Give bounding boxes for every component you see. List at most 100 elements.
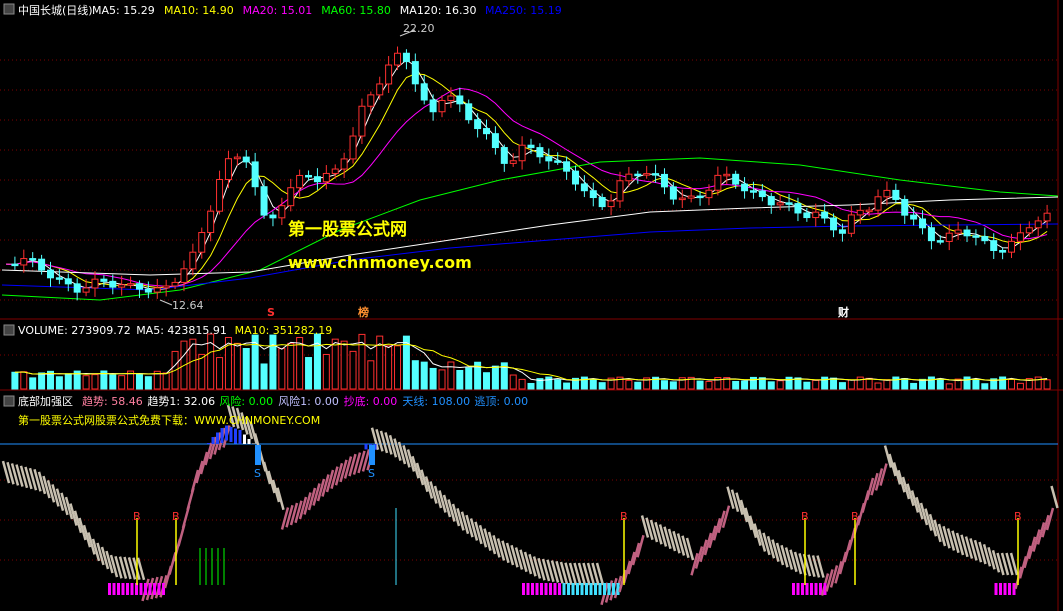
candle-body <box>936 240 944 243</box>
stock-name[interactable]: 中国长城(日线) <box>18 3 93 17</box>
buy-signal-label: B <box>172 510 180 523</box>
legend-item: MA10: 351282.19 <box>235 324 333 337</box>
candle-body <box>732 173 740 185</box>
volume-bar <box>322 353 330 390</box>
candle-body <box>652 173 660 176</box>
volume-bar <box>660 380 668 390</box>
candle-body <box>144 288 152 293</box>
volume-bar <box>509 374 517 390</box>
candle-body <box>687 195 695 199</box>
indicator-name: 底部加强区 <box>18 394 73 408</box>
volume-bar <box>776 380 784 390</box>
candle-body <box>82 287 90 293</box>
candle-body <box>571 170 579 185</box>
volume-bar <box>144 376 152 390</box>
volume-bar <box>340 340 348 390</box>
event-marker[interactable]: 财 <box>837 305 849 319</box>
candle-body <box>429 99 437 113</box>
volume-bar <box>1016 382 1024 390</box>
event-markers: S榜财 <box>267 305 849 319</box>
candle-body <box>358 105 366 137</box>
volume-bar <box>705 380 713 390</box>
volume-bar <box>260 363 268 390</box>
volume-bar <box>927 376 935 390</box>
volume-bar <box>313 333 321 390</box>
candle-body <box>669 186 677 200</box>
volume-bar <box>11 371 19 390</box>
event-marker[interactable]: S <box>267 306 275 319</box>
candle-body <box>509 160 517 164</box>
buy-signal-label: B <box>851 510 859 523</box>
candle-body <box>376 83 384 96</box>
stock-chart-canvas[interactable]: 22.20 12.64 S榜财 第一股票公式网 www.chnmoney.com… <box>0 0 1063 611</box>
volume-bar <box>518 378 526 390</box>
candle-body <box>474 119 482 130</box>
volume-bar <box>118 375 126 390</box>
candle-body <box>723 173 731 177</box>
volume-bar <box>20 371 28 390</box>
ma60-line <box>1 157 1059 301</box>
candle-body <box>527 144 535 149</box>
candle-body <box>251 161 259 188</box>
ma10-line <box>5 73 1048 288</box>
candle-body <box>465 103 473 121</box>
volume-bar <box>803 381 811 390</box>
sell-signal-bar <box>255 445 261 465</box>
candle-body <box>696 195 704 199</box>
candle-body <box>233 156 241 160</box>
candle-body <box>189 251 197 270</box>
candle-body <box>180 268 188 283</box>
sell-signal-label: S <box>254 467 261 480</box>
volume-bar <box>216 357 224 390</box>
volume-bar <box>901 378 909 390</box>
volume-bar <box>242 348 250 390</box>
candle-body <box>749 190 757 193</box>
candle-body <box>981 236 989 242</box>
candle-body <box>741 183 749 192</box>
candle-body <box>55 277 63 280</box>
candle-body <box>518 144 526 162</box>
volume-bars <box>11 333 1051 390</box>
candle-body <box>216 179 224 212</box>
volume-bar <box>55 376 63 390</box>
volume-bar <box>883 379 891 390</box>
volume-bar <box>429 367 437 390</box>
candle-body <box>305 174 313 178</box>
volume-ma10-line <box>14 343 1048 381</box>
volume-bar <box>420 361 428 390</box>
candle-body <box>927 227 935 242</box>
volume-bar <box>394 345 402 390</box>
volume-bar <box>269 334 277 390</box>
candle-body <box>287 187 295 207</box>
volume-toggle-icon[interactable] <box>3 324 15 336</box>
volume-bar <box>669 381 677 390</box>
candle-body <box>73 283 81 293</box>
legend-item: VOLUME: 273909.72 <box>18 324 131 337</box>
buy-signal-label: B <box>1014 510 1022 523</box>
candle-body <box>20 258 28 266</box>
candle-body <box>162 285 170 289</box>
candle-body <box>794 203 802 214</box>
legend-item: 逃顶: 0.00 <box>474 395 528 408</box>
volume-bar <box>830 377 838 390</box>
volume-bar <box>945 383 953 390</box>
volume-bar <box>349 350 357 390</box>
legend-item: 抄底: 0.00 <box>344 394 398 408</box>
indicator-toggle-icon[interactable] <box>3 395 15 407</box>
collapse-toggle-icon[interactable] <box>3 3 15 15</box>
candle-body <box>46 269 54 279</box>
volume-bar <box>491 365 499 390</box>
candle-body <box>625 173 633 182</box>
volume-bar <box>367 360 375 390</box>
legend-item: MA10: 14.90 <box>164 4 234 17</box>
event-marker[interactable]: 榜 <box>358 305 369 319</box>
indicator-header: 底部加强区 趋势: 58.46 趋势1: 32.06 风险: 0.00 风险1: 0.… <box>3 394 528 427</box>
legend-item: MA60: 15.80 <box>321 4 391 17</box>
chart-grid <box>0 0 1063 611</box>
sell-signal-bar <box>369 445 375 465</box>
candle-body <box>856 209 864 216</box>
candle-body <box>296 174 304 189</box>
watermark-title: 第一股票公式网 <box>288 219 407 240</box>
ma250-line <box>1 223 1059 291</box>
candle-body <box>554 160 562 163</box>
